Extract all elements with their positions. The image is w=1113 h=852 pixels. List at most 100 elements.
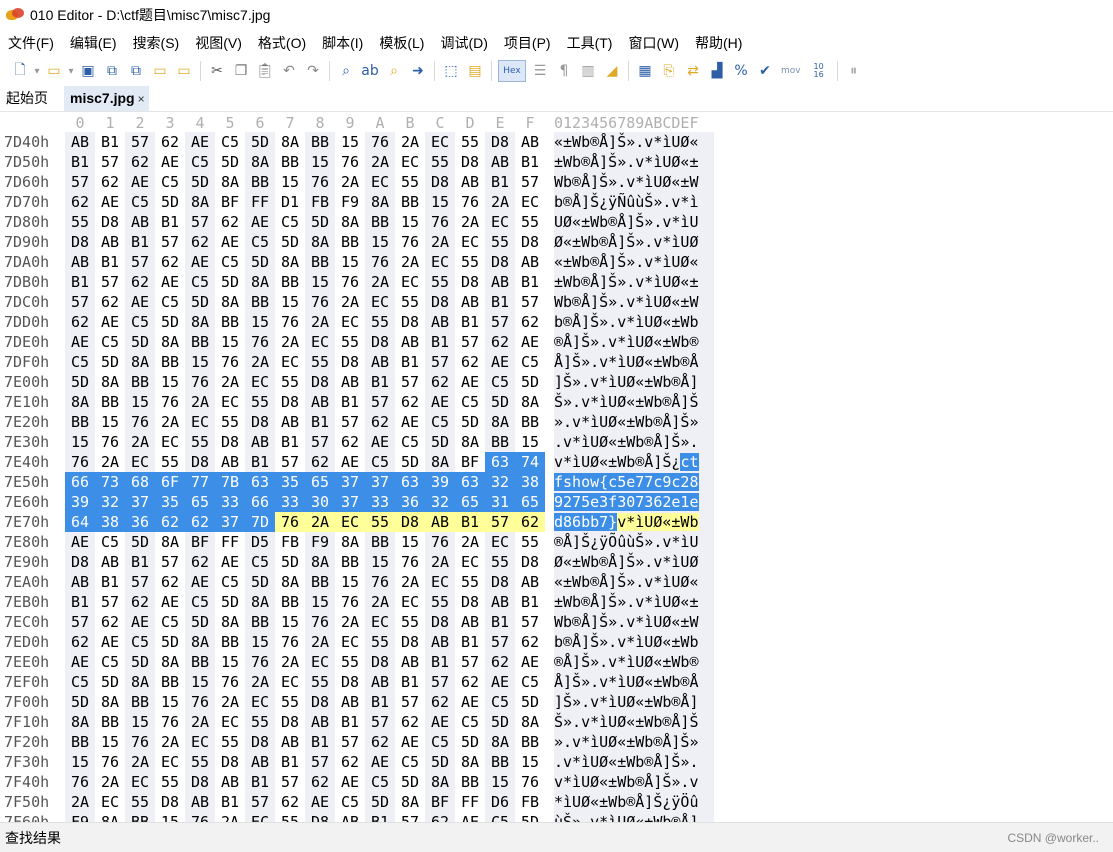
hex-byte[interactable]: AB [485,152,515,172]
hex-byte[interactable]: 55 [455,252,485,272]
hex-byte[interactable]: 55 [425,272,455,292]
hex-byte[interactable]: 57 [305,752,335,772]
hex-byte[interactable]: 55 [455,572,485,592]
pause-icon[interactable]: ⏸ [844,61,864,81]
hex-byte[interactable]: 8A [365,192,395,212]
hex-byte[interactable]: BB [275,152,305,172]
hex-byte[interactable]: 76 [425,212,455,232]
hex-byte[interactable]: 15 [515,752,545,772]
hex-byte[interactable]: D8 [425,292,455,312]
hex-byte[interactable]: 2A [245,672,275,692]
hex-byte[interactable]: EC [335,312,365,332]
hex-byte[interactable]: 62 [365,412,395,432]
hex-byte[interactable]: 55 [485,232,515,252]
hex-byte[interactable]: 63 [245,472,275,492]
hex-byte[interactable]: 2A [155,732,185,752]
hex-byte[interactable]: B1 [395,352,425,372]
hex-byte[interactable]: 55 [305,672,335,692]
char-text[interactable]: Wb®Å]Š».v*ìUØ«±W [554,612,714,632]
find-in-files-icon[interactable]: ⌕ [384,61,404,81]
hex-byte[interactable]: 57 [125,572,155,592]
hex-byte[interactable]: 2A [215,812,245,822]
hex-byte[interactable]: AE [245,212,275,232]
hex-byte[interactable]: C5 [515,672,545,692]
hex-byte[interactable]: 55 [485,552,515,572]
hex-byte[interactable]: 57 [335,732,365,752]
hex-byte[interactable]: 31 [485,492,515,512]
hex-byte[interactable]: 57 [275,772,305,792]
char-text[interactable]: Ø«±Wb®Å]Š».v*ìUØ [554,232,714,252]
hex-byte[interactable]: 5D [125,652,155,672]
percent-icon[interactable]: % [731,61,751,81]
hex-byte[interactable]: 76 [185,372,215,392]
hex-byte[interactable]: 8A [215,292,245,312]
hex-byte[interactable]: B1 [485,172,515,192]
hex-byte[interactable]: B1 [395,672,425,692]
hex-byte[interactable]: 62 [485,652,515,672]
hex-byte[interactable]: 76 [215,352,245,372]
hex-byte[interactable]: 8A [335,532,365,552]
hex-byte[interactable]: 68 [125,472,155,492]
hex-byte[interactable]: B1 [455,632,485,652]
hex-byte[interactable]: 8A [155,652,185,672]
hex-byte[interactable]: 15 [425,192,455,212]
hex-byte[interactable]: 57 [65,612,95,632]
hex-byte[interactable]: 2A [305,512,335,532]
hex-byte[interactable]: 8A [95,692,125,712]
hex-byte[interactable]: B1 [305,412,335,432]
hex-byte[interactable]: 8A [185,192,215,212]
hex-byte[interactable]: D8 [485,572,515,592]
hex-byte[interactable]: 62 [275,792,305,812]
hex-byte[interactable]: 76 [245,652,275,672]
hex-byte[interactable]: 5D [215,272,245,292]
hex-byte[interactable]: AE [215,232,245,252]
hex-byte[interactable]: AE [125,292,155,312]
hex-byte[interactable]: AB [455,292,485,312]
hex-byte[interactable]: BB [365,532,395,552]
hex-byte[interactable]: 62 [155,512,185,532]
hex-byte[interactable]: 55 [305,352,335,372]
hex-byte[interactable]: 39 [65,492,95,512]
hex-byte[interactable]: AE [65,332,95,352]
base-convert-icon[interactable]: 10 16 [807,61,831,81]
hex-byte[interactable]: F9 [65,812,95,822]
hex-byte[interactable]: C5 [95,332,125,352]
hex-byte[interactable]: 37 [335,492,365,512]
hex-byte[interactable]: 76 [125,412,155,432]
hex-byte[interactable]: AB [425,312,455,332]
hex-byte[interactable]: 5D [275,232,305,252]
hex-byte[interactable]: 76 [335,272,365,292]
hex-byte[interactable]: 2A [455,212,485,232]
hex-byte[interactable]: AE [65,652,95,672]
hex-byte[interactable]: D8 [245,732,275,752]
hex-byte[interactable]: 76 [305,172,335,192]
hex-byte[interactable]: B1 [425,332,455,352]
hex-byte[interactable]: D8 [305,812,335,822]
hex-byte[interactable]: 57 [125,252,155,272]
char-text[interactable]: .v*ìUØ«±Wb®Å]Š». [554,752,714,772]
hex-byte[interactable]: 76 [65,452,95,472]
hex-byte[interactable]: AB [425,512,455,532]
hex-byte[interactable]: AB [275,732,305,752]
hex-byte[interactable]: AB [365,352,395,372]
hex-byte[interactable]: C5 [155,172,185,192]
hex-byte[interactable]: 62 [425,812,455,822]
hex-byte[interactable]: AB [395,332,425,352]
hex-byte[interactable]: FB [305,192,335,212]
bookmark-icon[interactable]: ▤ [465,61,485,81]
hex-byte[interactable]: B1 [365,692,395,712]
hex-byte[interactable]: 57 [95,592,125,612]
hex-byte[interactable]: EC [185,732,215,752]
hex-byte[interactable]: 38 [515,472,545,492]
char-text[interactable]: ®Å]Š».v*ìUØ«±Wb® [554,652,714,672]
hex-byte[interactable]: EC [245,372,275,392]
hex-byte[interactable]: 15 [365,232,395,252]
hex-byte[interactable]: 8A [125,672,155,692]
hex-byte[interactable]: C5 [365,452,395,472]
check-icon[interactable]: ✔ [755,61,775,81]
clear-icon[interactable]: ◢ [602,61,622,81]
hex-byte[interactable]: 76 [425,532,455,552]
menu-scripts[interactable]: 脚本(I) [314,30,371,56]
hex-byte[interactable]: 15 [155,372,185,392]
hex-byte[interactable]: 76 [185,692,215,712]
